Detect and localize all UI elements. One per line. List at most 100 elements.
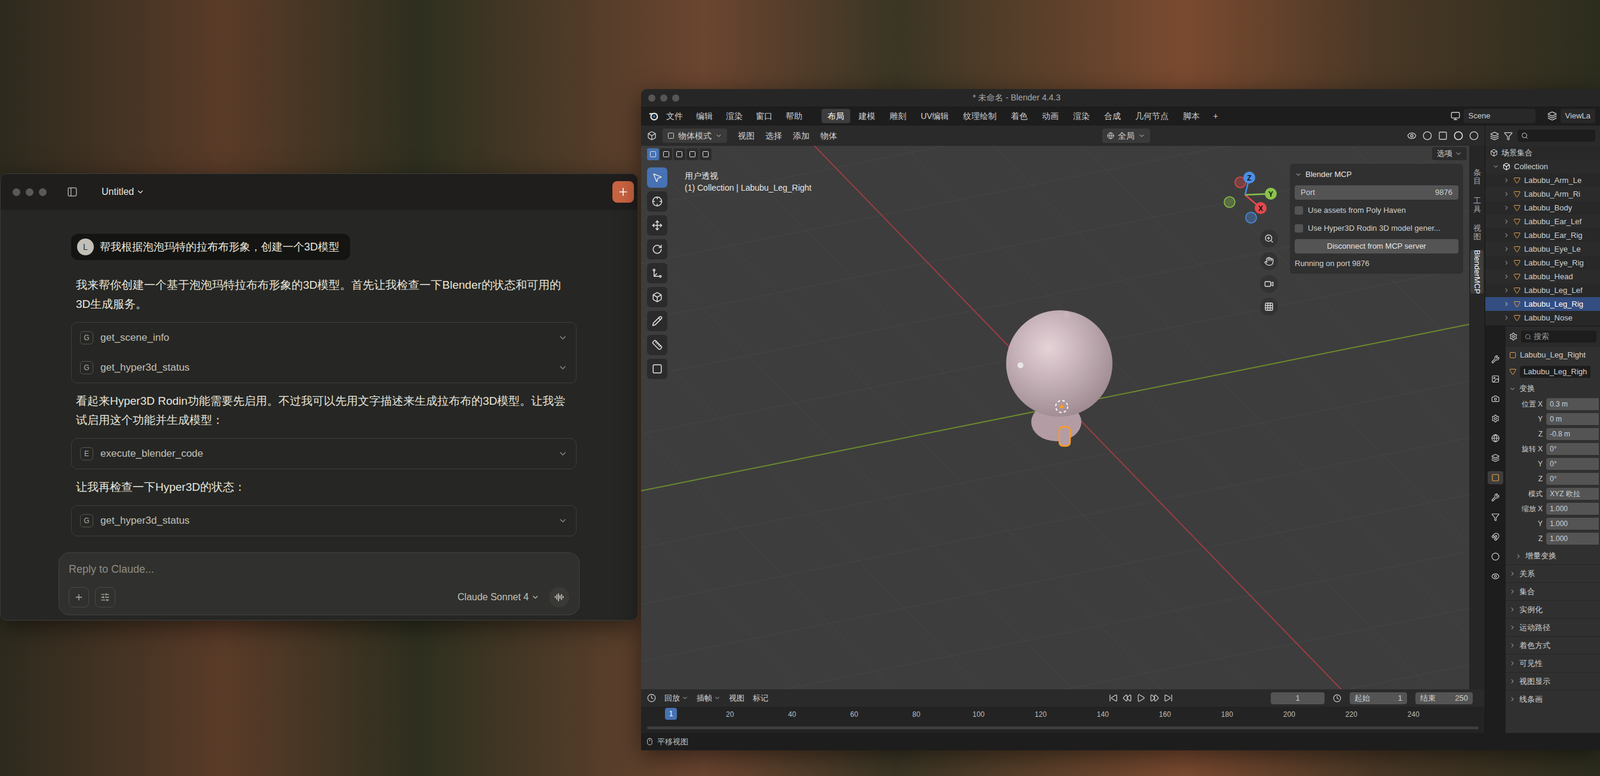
overlay-icon[interactable] bbox=[1422, 130, 1433, 141]
object-name-row[interactable]: Labubu_Leg_Right bbox=[1505, 346, 1600, 364]
tool-button[interactable] bbox=[647, 238, 668, 260]
tool-button[interactable] bbox=[647, 167, 668, 188]
select-mode-button[interactable] bbox=[647, 148, 659, 161]
expand-icon[interactable] bbox=[1503, 300, 1510, 308]
clock-icon[interactable] bbox=[1332, 693, 1342, 703]
current-frame-field[interactable]: 1 bbox=[1270, 691, 1325, 704]
workspace-tab[interactable]: 几何节点 bbox=[1129, 108, 1175, 124]
tool-button[interactable] bbox=[647, 286, 668, 308]
tool-button[interactable] bbox=[647, 191, 668, 212]
workspace-tab[interactable]: 纹理绘制 bbox=[957, 108, 1003, 124]
end-frame-field[interactable]: 结束250 bbox=[1415, 691, 1473, 704]
close-dot[interactable] bbox=[12, 188, 21, 196]
menu-item[interactable]: 编辑 bbox=[696, 109, 713, 123]
sidebar-toggle-icon[interactable] bbox=[66, 186, 78, 198]
tools-button[interactable] bbox=[94, 586, 116, 608]
mode-dropdown[interactable]: 物体模式 bbox=[662, 128, 728, 143]
nav-button[interactable] bbox=[1260, 229, 1278, 248]
object-data-row[interactable]: Labubu_Leg_Righ bbox=[1505, 363, 1600, 380]
property-row[interactable]: Z-0.8 m bbox=[1505, 426, 1600, 441]
timeline-menu-item[interactable]: 回放 bbox=[664, 691, 689, 704]
tool-button[interactable] bbox=[647, 215, 668, 236]
expand-icon[interactable] bbox=[1503, 190, 1510, 198]
editor-type-icon[interactable] bbox=[1490, 131, 1500, 141]
outliner-row[interactable]: Labubu_Arm_Ri bbox=[1485, 187, 1600, 201]
outliner-row[interactable]: Labubu_Leg_Rig bbox=[1485, 296, 1600, 311]
viewport-menu-item[interactable]: 视图 bbox=[737, 129, 755, 143]
port-field[interactable]: Port9876 bbox=[1294, 185, 1459, 200]
scrollbar[interactable] bbox=[647, 725, 1479, 729]
outliner-search[interactable] bbox=[1517, 129, 1596, 142]
select-mode-button[interactable] bbox=[660, 148, 673, 161]
tool-call-row[interactable]: Gget_scene_info bbox=[71, 322, 576, 353]
properties-panel-header[interactable]: 关系 bbox=[1505, 564, 1600, 582]
viewport-menu-item[interactable]: 物体 bbox=[820, 129, 838, 143]
options-dropdown[interactable]: 选项 bbox=[1432, 146, 1467, 161]
properties-panel-header[interactable]: 实例化 bbox=[1505, 599, 1600, 618]
attach-button[interactable] bbox=[68, 586, 90, 608]
section-header[interactable]: 变换 bbox=[1505, 379, 1600, 397]
orientation-dropdown[interactable]: 全局 bbox=[1102, 128, 1151, 143]
outliner-row[interactable]: Labubu_Body bbox=[1485, 200, 1600, 215]
tool-button[interactable] bbox=[647, 358, 668, 379]
properties-tab[interactable] bbox=[1487, 451, 1504, 465]
expand-icon[interactable] bbox=[1503, 204, 1510, 211]
properties-search[interactable]: 搜索 bbox=[1521, 330, 1597, 343]
properties-tab[interactable] bbox=[1487, 470, 1504, 484]
workspace-tab[interactable]: UV编辑 bbox=[914, 108, 955, 124]
properties-tab[interactable] bbox=[1487, 490, 1504, 504]
shading-material-icon[interactable] bbox=[1469, 130, 1479, 141]
properties-tab[interactable] bbox=[1487, 510, 1504, 524]
nav-button[interactable] bbox=[1260, 297, 1278, 316]
workspace-tab[interactable]: 渲染 bbox=[1067, 108, 1096, 124]
new-chat-button[interactable] bbox=[612, 181, 634, 203]
outliner-row[interactable]: Labubu_Nose bbox=[1485, 310, 1600, 325]
property-row[interactable]: Y0° bbox=[1505, 456, 1600, 471]
add-workspace-button[interactable]: + bbox=[1208, 109, 1223, 123]
reply-input[interactable]: Reply to Claude... bbox=[68, 561, 570, 578]
viewport-menu-item[interactable]: 选择 bbox=[765, 129, 783, 143]
properties-tab[interactable] bbox=[1487, 352, 1504, 366]
option-checkbox[interactable]: Use Hyper3D Rodin 3D model gener... bbox=[1294, 221, 1459, 236]
scene-field[interactable]: Scene bbox=[1463, 108, 1536, 124]
properties-panel-header[interactable]: 运动路径 bbox=[1505, 617, 1600, 636]
outliner-row[interactable]: Labubu_Head bbox=[1485, 269, 1600, 284]
workspace-tab[interactable]: 脚本 bbox=[1176, 108, 1206, 124]
property-row[interactable]: 缩放 X1.000 bbox=[1505, 501, 1600, 516]
timeline-menu-item[interactable]: 视图 bbox=[728, 691, 745, 704]
display-mode-icon[interactable] bbox=[1503, 131, 1513, 141]
sidebar-tab[interactable]: 工具 bbox=[1473, 194, 1482, 217]
sidebar-tab[interactable]: 视图 bbox=[1473, 221, 1482, 244]
xray-icon[interactable] bbox=[1438, 130, 1448, 141]
tool-button[interactable] bbox=[647, 310, 668, 331]
jump-start-icon[interactable] bbox=[1108, 693, 1118, 703]
workspace-tab[interactable]: 合成 bbox=[1098, 108, 1127, 124]
select-mode-button[interactable] bbox=[699, 148, 712, 161]
property-row[interactable]: Z1.000 bbox=[1505, 531, 1600, 545]
editor-type-icon[interactable] bbox=[1509, 332, 1518, 341]
properties-tab[interactable] bbox=[1487, 391, 1504, 406]
menu-item[interactable]: 帮助 bbox=[785, 109, 803, 123]
nav-button[interactable] bbox=[1260, 274, 1278, 293]
chat-title[interactable]: Untitled bbox=[101, 184, 145, 199]
properties-panel-header[interactable]: 着色方式 bbox=[1505, 635, 1600, 654]
playhead[interactable]: 1 bbox=[664, 707, 677, 720]
property-row[interactable]: Y0 m bbox=[1505, 411, 1600, 426]
select-mode-button[interactable] bbox=[686, 148, 699, 161]
minimize-dot[interactable] bbox=[660, 94, 668, 102]
property-row[interactable]: Y1.000 bbox=[1505, 516, 1600, 530]
view-layer-icon[interactable] bbox=[1547, 111, 1557, 121]
properties-panel-header[interactable]: 集合 bbox=[1505, 581, 1600, 600]
outliner-row[interactable]: Labubu_Leg_Lef bbox=[1485, 283, 1600, 297]
properties-panel-header[interactable]: 视图显示 bbox=[1505, 671, 1600, 690]
expand-icon[interactable] bbox=[1503, 218, 1510, 225]
workspace-tab[interactable]: 着色 bbox=[1004, 108, 1034, 124]
next-key-icon[interactable] bbox=[1150, 693, 1160, 703]
tool-button[interactable] bbox=[647, 334, 668, 355]
menu-item[interactable]: 文件 bbox=[666, 109, 683, 123]
viewport-menu-item[interactable]: 添加 bbox=[792, 129, 810, 143]
timeline-ruler[interactable]: 204060801001201401601802002202401 bbox=[641, 706, 1485, 733]
3d-viewport[interactable]: XYZ选项用户透视(1) Collection | Labubu_Leg_Rig… bbox=[641, 145, 1485, 689]
expand-icon[interactable] bbox=[1503, 176, 1510, 184]
property-row[interactable]: 旋转 X0° bbox=[1505, 441, 1600, 456]
